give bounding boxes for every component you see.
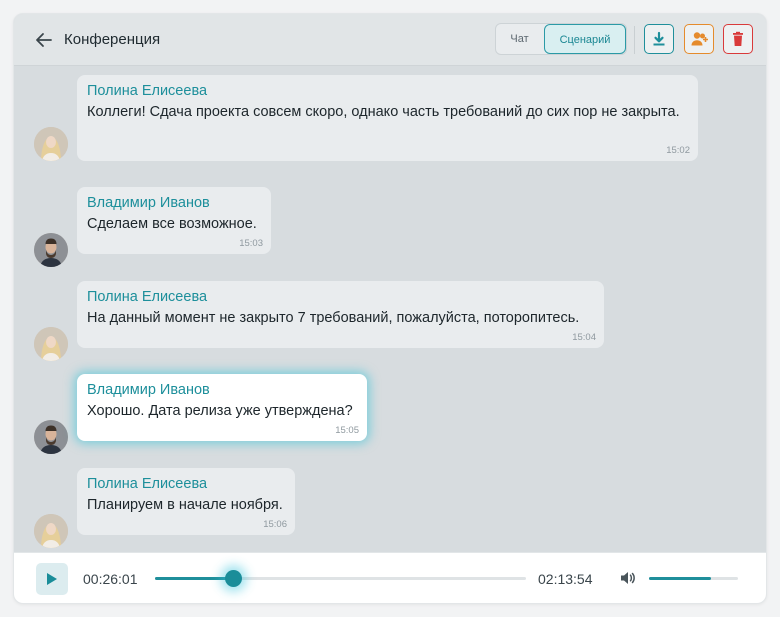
message-text: Коллеги! Сдача проекта совсем скоро, одн… [87,104,680,120]
message-author: Владимир Иванов [87,195,210,211]
download-button[interactable] [644,24,674,54]
total-time: 02:13:54 [538,571,593,587]
download-icon [653,31,665,46]
progress-knob[interactable] [224,570,242,587]
message-time: 15:06 [263,519,287,530]
trash-icon [733,31,743,46]
progress-slider[interactable] [155,570,526,587]
avatar-female[interactable] [34,327,68,361]
female-avatar-icon [34,514,68,548]
avatar-male[interactable] [34,420,68,454]
message-author: Владимир Иванов [87,382,210,398]
volume-slider[interactable] [649,577,738,580]
message-bubble-active[interactable]: Владимир Иванов Хорошо. Дата релиза уже … [77,374,367,441]
female-avatar-icon [34,327,68,361]
message-time: 15:03 [239,238,263,249]
progress-fill [155,577,233,580]
conference-window: Конференция Чат Сценарий Полина Елисеева… [13,13,767,604]
message-author: Полина Елисеева [87,83,208,99]
audio-player: 00:26:01 02:13:54 [14,552,766,603]
message-author: Полина Елисеева [87,289,208,305]
avatar-male[interactable] [34,233,68,267]
message-text: На данный момент не закрыто 7 требований… [87,310,580,326]
page-title: Конференция [64,31,161,48]
avatar-female[interactable] [34,127,68,161]
message-list[interactable]: Полина Елисеева Коллеги! Сдача проекта с… [14,67,766,552]
message-bubble[interactable]: Полина Елисеева На данный момент не закр… [77,281,604,348]
message-time: 15:05 [335,425,359,436]
header-divider [634,26,635,54]
current-time: 00:26:01 [83,571,138,587]
volume-icon[interactable] [619,569,637,592]
avatar-female[interactable] [34,514,68,548]
message-time: 15:02 [666,145,690,156]
volume-fill [649,577,712,580]
message-bubble[interactable]: Полина Елисеева Коллеги! Сдача проекта с… [77,75,698,161]
add-participant-button[interactable] [684,24,714,54]
tab-scenario[interactable]: Сценарий [544,24,626,54]
female-avatar-icon [34,127,68,161]
delete-button[interactable] [723,24,753,54]
message-bubble[interactable]: Полина Елисеева Планируем в начале ноябр… [77,468,295,535]
message-bubble[interactable]: Владимир Иванов Сделаем все возможное. 1… [77,187,271,254]
play-button[interactable] [36,563,68,595]
message-text: Хорошо. Дата релиза уже утверждена? [87,403,353,419]
back-arrow-icon[interactable] [32,28,56,52]
tab-chat[interactable]: Чат [496,24,543,54]
message-time: 15:04 [572,332,596,343]
male-avatar-icon [34,233,68,267]
message-text: Сделаем все возможное. [87,216,257,232]
play-icon [47,573,57,585]
view-switcher: Чат Сценарий [495,23,627,55]
message-author: Полина Елисеева [87,476,208,492]
add-user-icon [691,32,708,46]
male-avatar-icon [34,420,68,454]
message-text: Планируем в начале ноября. [87,497,283,513]
header: Конференция Чат Сценарий [14,14,766,66]
